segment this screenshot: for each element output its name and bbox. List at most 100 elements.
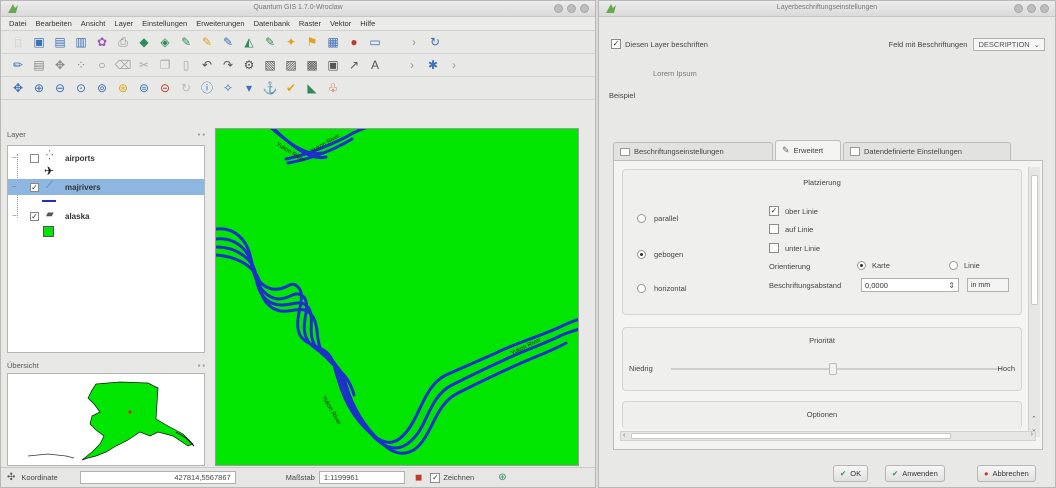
text-icon[interactable]: A — [366, 56, 384, 74]
undo-icon[interactable]: ↶ — [198, 56, 216, 74]
panel-close-icon[interactable]: ▪ ▪ — [198, 130, 205, 139]
save-edits-icon[interactable]: ▤ — [30, 56, 48, 74]
composer-icon[interactable]: ✿ — [93, 33, 111, 51]
mode-curved-row[interactable]: gebogen — [637, 250, 683, 259]
layer-visibility-checkbox[interactable]: ✓ — [30, 211, 39, 221]
tab-data-defined[interactable]: Datendefinierte Einstellungen — [843, 142, 1011, 160]
add-spatialite-icon[interactable]: ✎ — [198, 33, 216, 51]
map-canvas[interactable]: Yukon River Yukon River Yukon River Yuko… — [215, 128, 579, 466]
on-line-checkbox[interactable] — [769, 224, 779, 234]
close-button[interactable] — [1040, 4, 1049, 13]
plugin-icon[interactable]: ▦ — [324, 33, 342, 51]
mode-horizontal-radio[interactable] — [637, 284, 646, 293]
menu-datei[interactable]: Datei — [9, 19, 27, 28]
ok-button[interactable]: ✔ OK — [833, 465, 869, 482]
move-label-icon[interactable]: ▩ — [303, 56, 321, 74]
orientation-map-radio[interactable] — [857, 261, 866, 270]
delete-icon[interactable]: ⌫ — [114, 56, 132, 74]
scrollbar-thumb[interactable] — [1031, 175, 1038, 305]
orientation-map-row[interactable]: Karte — [857, 261, 890, 270]
coordinate-field[interactable]: 427814,5567867 — [79, 471, 236, 484]
grass-icon[interactable]: ● — [345, 33, 363, 51]
add-csv-icon[interactable]: ✎ — [261, 33, 279, 51]
new-layer-icon[interactable]: ✦ — [282, 33, 300, 51]
print-icon[interactable]: ⎙ — [114, 33, 132, 51]
arrow-right-icon-3[interactable]: › — [445, 56, 463, 74]
add-wfs-icon[interactable]: ◭ — [240, 33, 258, 51]
above-line-row[interactable]: ✓ über Linie — [769, 206, 818, 216]
table-icon[interactable]: ▭ — [366, 33, 384, 51]
save-project-icon[interactable]: ▤ — [51, 33, 69, 51]
cut-icon[interactable]: ✂ — [135, 56, 153, 74]
zoom-full-icon[interactable]: ⊙ — [72, 79, 90, 97]
stop-render-icon[interactable]: ◼ — [415, 472, 422, 483]
zoom-out-icon[interactable]: ⊖ — [51, 79, 69, 97]
refresh-icon[interactable]: ↻ — [426, 33, 444, 51]
orientation-line-row[interactable]: Linie — [949, 261, 980, 270]
layer-row-airports[interactable]: − ⁛ airports — [8, 150, 204, 166]
render-checkbox[interactable]: ✓ — [430, 472, 441, 483]
menu-datenbank[interactable]: Datenbank — [254, 19, 290, 28]
mode-parallel-radio[interactable] — [637, 214, 646, 223]
h-scrollbar-thumb[interactable] — [631, 433, 951, 439]
tab-advanced[interactable]: ✎ Erweitert — [775, 140, 841, 160]
add-postgis-icon[interactable]: ✎ — [177, 33, 195, 51]
layer-visibility-checkbox[interactable] — [30, 153, 39, 163]
change-label-icon[interactable]: ↗ — [345, 56, 363, 74]
menu-vektor[interactable]: Vektor — [330, 19, 351, 28]
layer-row-majrivers[interactable]: − ✓ ⟋ majrivers — [8, 179, 204, 195]
zoom-next-icon[interactable]: ⊝ — [156, 79, 174, 97]
identify-icon[interactable]: ⓘ — [198, 79, 216, 97]
pan-icon[interactable]: ✥ — [9, 79, 27, 97]
arrow-right-icon-2[interactable]: › — [403, 56, 421, 74]
star-icon[interactable]: ✱ — [424, 56, 442, 74]
add-vector-icon[interactable]: ◆ — [135, 33, 153, 51]
open-project-icon[interactable]: ▣ — [30, 33, 48, 51]
orientation-line-radio[interactable] — [949, 261, 958, 270]
add-wms-icon[interactable]: ✎ — [219, 33, 237, 51]
apply-button[interactable]: ✔ Anwenden — [885, 465, 945, 482]
maximize-button[interactable] — [1027, 4, 1036, 13]
move-feature-icon[interactable]: ⁘ — [72, 56, 90, 74]
tip-icon[interactable]: ◣ — [303, 79, 321, 97]
select-icon[interactable]: ✧ — [219, 79, 237, 97]
scroll-up-icon[interactable]: ⌃ — [1031, 415, 1037, 423]
python-icon[interactable]: ⚑ — [303, 33, 321, 51]
pin-label-icon[interactable]: ▧ — [261, 56, 279, 74]
refresh-map-icon[interactable]: ↻ — [177, 79, 195, 97]
save-as-icon[interactable]: ▥ — [72, 33, 90, 51]
menu-hilfe[interactable]: Hilfe — [360, 19, 375, 28]
label-layer-checkbox[interactable]: ✓ — [611, 39, 621, 49]
priority-slider-handle[interactable] — [829, 363, 837, 375]
arrow-right-icon[interactable]: › — [405, 33, 423, 51]
panel-close-icon[interactable]: ▪ ▪ — [198, 361, 205, 370]
mode-curved-radio[interactable] — [637, 250, 646, 259]
label-tool-icon[interactable]: ⚙ — [240, 56, 258, 74]
scroll-right-icon[interactable]: › — [1031, 431, 1033, 438]
spin-arrows-icon[interactable]: ⇕ — [948, 281, 955, 290]
copy-icon[interactable]: ❐ — [156, 56, 174, 74]
expand-icon[interactable]: − — [12, 211, 17, 220]
bookmark-icon[interactable]: ✔ — [282, 79, 300, 97]
layer-visibility-checkbox[interactable]: ✓ — [30, 182, 39, 192]
below-line-row[interactable]: unter Linie — [769, 243, 820, 253]
field-select[interactable]: DESCRIPTION ⌄ — [973, 38, 1045, 51]
add-raster-icon[interactable]: ◈ — [156, 33, 174, 51]
tab-label-settings[interactable]: Beschriftungseinstellungen — [613, 142, 773, 160]
rotate-label-icon[interactable]: ▣ — [324, 56, 342, 74]
overview-map[interactable] — [7, 373, 205, 466]
paste-icon[interactable]: ▯ — [177, 56, 195, 74]
on-line-row[interactable]: auf Linie — [769, 224, 813, 234]
expand-icon[interactable]: − — [12, 182, 17, 191]
minimize-button[interactable] — [554, 4, 563, 13]
measure-area-icon[interactable]: ⚓ — [261, 79, 279, 97]
expand-icon[interactable]: − — [12, 153, 17, 162]
minimize-button[interactable] — [1014, 4, 1023, 13]
menu-ansicht[interactable]: Ansicht — [81, 19, 106, 28]
redo-icon[interactable]: ↷ — [219, 56, 237, 74]
menu-raster[interactable]: Raster — [299, 19, 321, 28]
zoom-last-icon[interactable]: ⊜ — [135, 79, 153, 97]
above-line-checkbox[interactable]: ✓ — [769, 206, 779, 216]
node-tool-icon[interactable]: ○ — [93, 56, 111, 74]
close-button[interactable] — [580, 4, 589, 13]
